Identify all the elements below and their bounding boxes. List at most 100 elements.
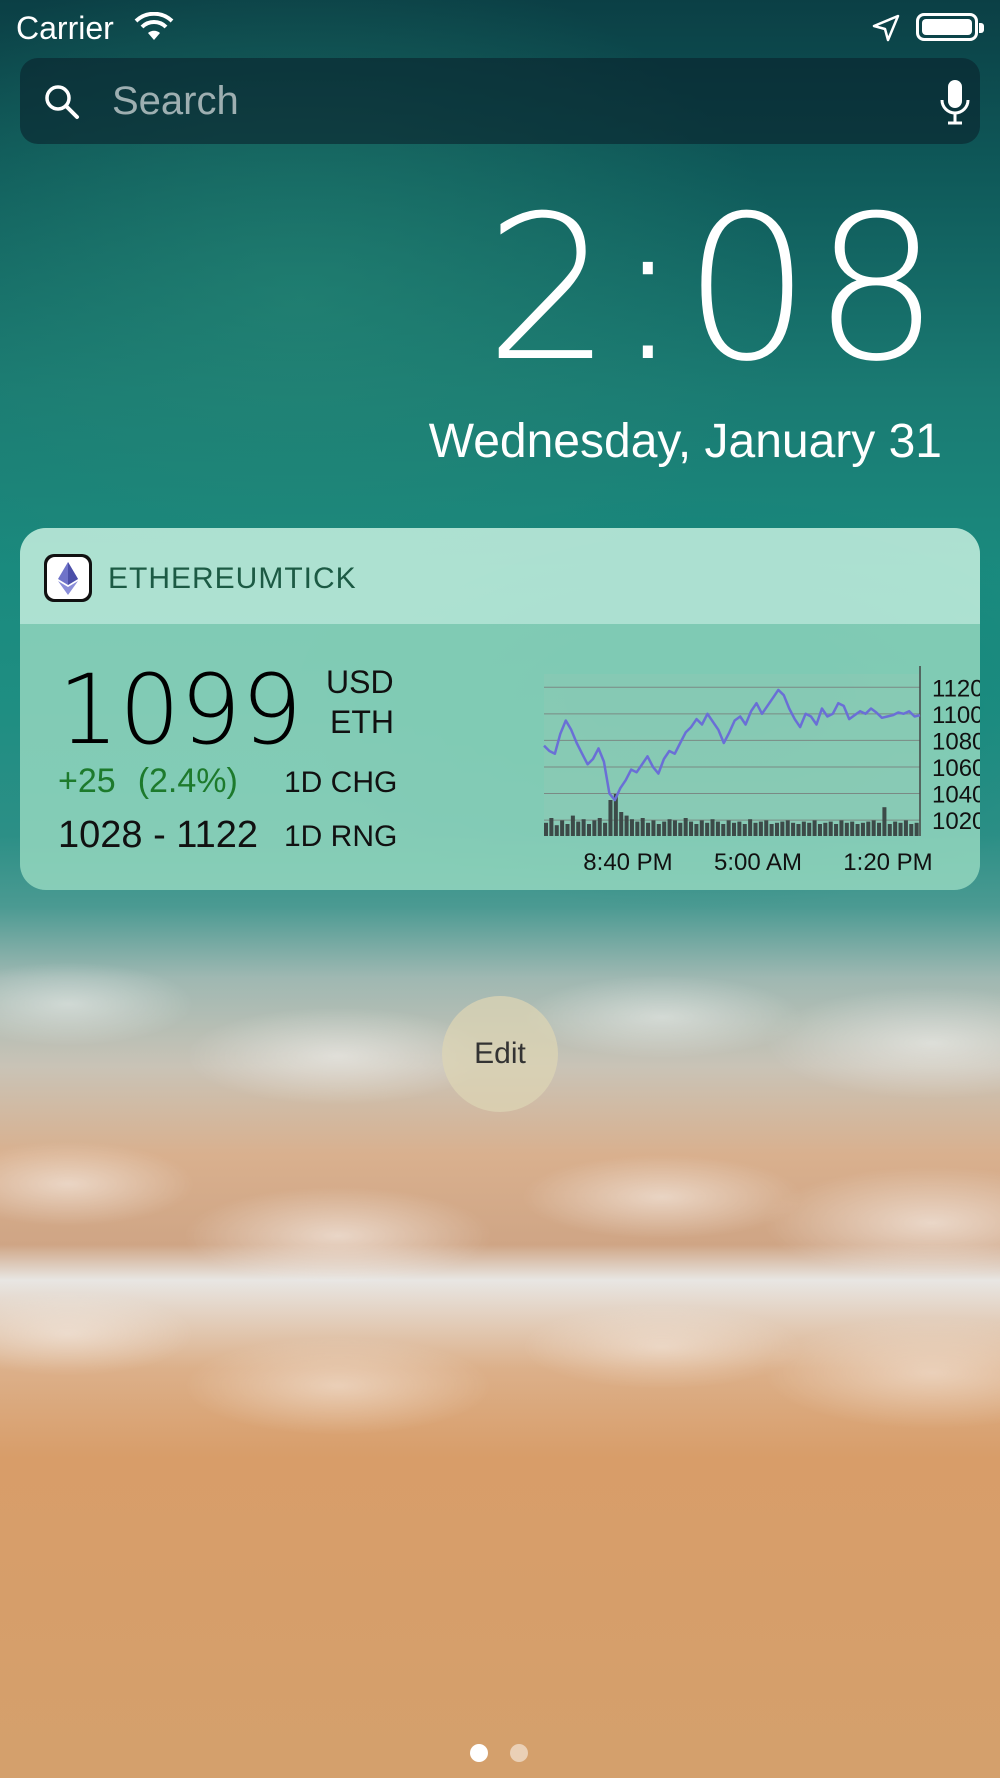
microphone-icon[interactable] [938,78,972,131]
location-arrow-icon [872,14,900,47]
volume-bar [689,821,694,836]
volume-bar [785,820,790,836]
widget-app-name: ETHEREUMTICK [108,562,357,595]
battery-icon [916,13,984,41]
volume-bar [603,822,608,836]
volume-bar [672,820,677,836]
volume-bar [898,822,903,836]
currency-label-usd: USD [326,664,394,700]
y-tick-label: 1060 [932,755,980,782]
volume-bar [753,822,758,836]
y-tick-label: 1100 [932,702,980,729]
volume-bar [860,822,865,836]
volume-bar [715,821,720,836]
ethereum-ticker-widget[interactable]: ETHEREUMTICK 1099 USD ETH +25 (2.4%) 1D C… [20,528,980,890]
volume-bar [586,824,591,836]
volume-bar [581,819,586,836]
price-range: 1028 - 1122 [58,814,259,856]
page-dot[interactable] [510,1744,528,1762]
volume-bar [710,819,715,836]
volume-bar [742,824,747,836]
volume-bar [619,812,624,836]
volume-bar [817,824,822,836]
volume-bar [565,824,570,836]
volume-bar [732,822,737,836]
volume-bar [796,824,801,836]
volume-bar [597,818,602,836]
currency-label-eth: ETH [330,704,394,740]
volume-bar [624,815,629,836]
edit-button[interactable]: Edit [442,996,558,1112]
volume-bar [635,821,640,836]
volume-bar [828,821,833,836]
volume-bar [667,819,672,836]
volume-bar [909,824,914,836]
volume-bar [807,822,812,836]
x-tick-label: 5:00 AM [714,849,802,876]
volume-bar [726,820,731,836]
volume-bar [544,822,549,836]
wifi-icon [134,11,174,47]
volume-bar [758,821,763,836]
volume-bar [699,820,704,836]
carrier-label: Carrier [16,10,114,46]
volume-bar [570,815,575,836]
volume-bar [656,824,661,836]
volume-bar [629,819,634,836]
volume-bar [560,820,565,836]
volume-bar [651,820,656,836]
volume-bar [893,821,898,836]
volume-bar [721,824,726,836]
volume-bar [646,822,651,836]
volume-bar [839,820,844,836]
y-tick-label: 1080 [932,728,980,755]
change-label: 1D CHG [284,766,398,799]
volume-bar [882,807,887,836]
volume-bar [694,824,699,836]
volume-bar [683,818,688,836]
volume-bar [737,821,742,836]
lock-date: Wednesday, January 31 [428,415,942,468]
volume-bar [592,820,597,836]
volume-bar [877,822,882,836]
range-label: 1D RNG [284,820,398,853]
x-tick-label: 1:20 PM [843,849,932,876]
volume-bar [780,821,785,836]
widget-header[interactable]: ETHEREUMTICK [20,528,980,624]
volume-bar [748,819,753,836]
volume-bar [801,821,806,836]
volume-bar [903,820,908,836]
volume-bar [608,800,613,836]
volume-bar [834,824,839,836]
change-percent: (2.4%) [137,762,238,800]
volume-bar [662,821,667,836]
volume-bar [866,821,871,836]
x-tick-label: 8:40 PM [583,849,672,876]
page-indicator [470,1744,530,1764]
search-bar[interactable] [20,58,980,144]
page-dot-active[interactable] [470,1744,488,1762]
widget-body: 1099 USD ETH +25 (2.4%) 1D CHG 1028 - 112… [20,624,980,890]
search-input[interactable] [110,74,874,128]
y-tick-label: 1040 [932,782,980,809]
volume-bar [764,820,769,836]
volume-bar [855,824,860,836]
change-value: +25 [58,762,116,800]
eth-price: 1099 [58,654,303,766]
volume-bar [844,822,849,836]
volume-bar [812,820,817,836]
status-bar: Carrier [0,0,1000,56]
volume-bar [791,822,796,836]
volume-bar [705,822,710,836]
volume-bar [678,822,683,836]
volume-bar [769,824,774,836]
volume-bar [549,818,554,836]
price-chart: 112011001080106010401020 8:40 PM 5:00 AM 1:… [543,666,980,876]
volume-bar [914,822,919,836]
edit-label: Edit [474,1037,526,1070]
volume-bar [576,821,581,836]
y-tick-label: 1120 [932,675,980,702]
wave-foam [0,1230,1000,1490]
volume-bar [554,825,559,836]
lock-time: 2:08 [484,173,942,406]
